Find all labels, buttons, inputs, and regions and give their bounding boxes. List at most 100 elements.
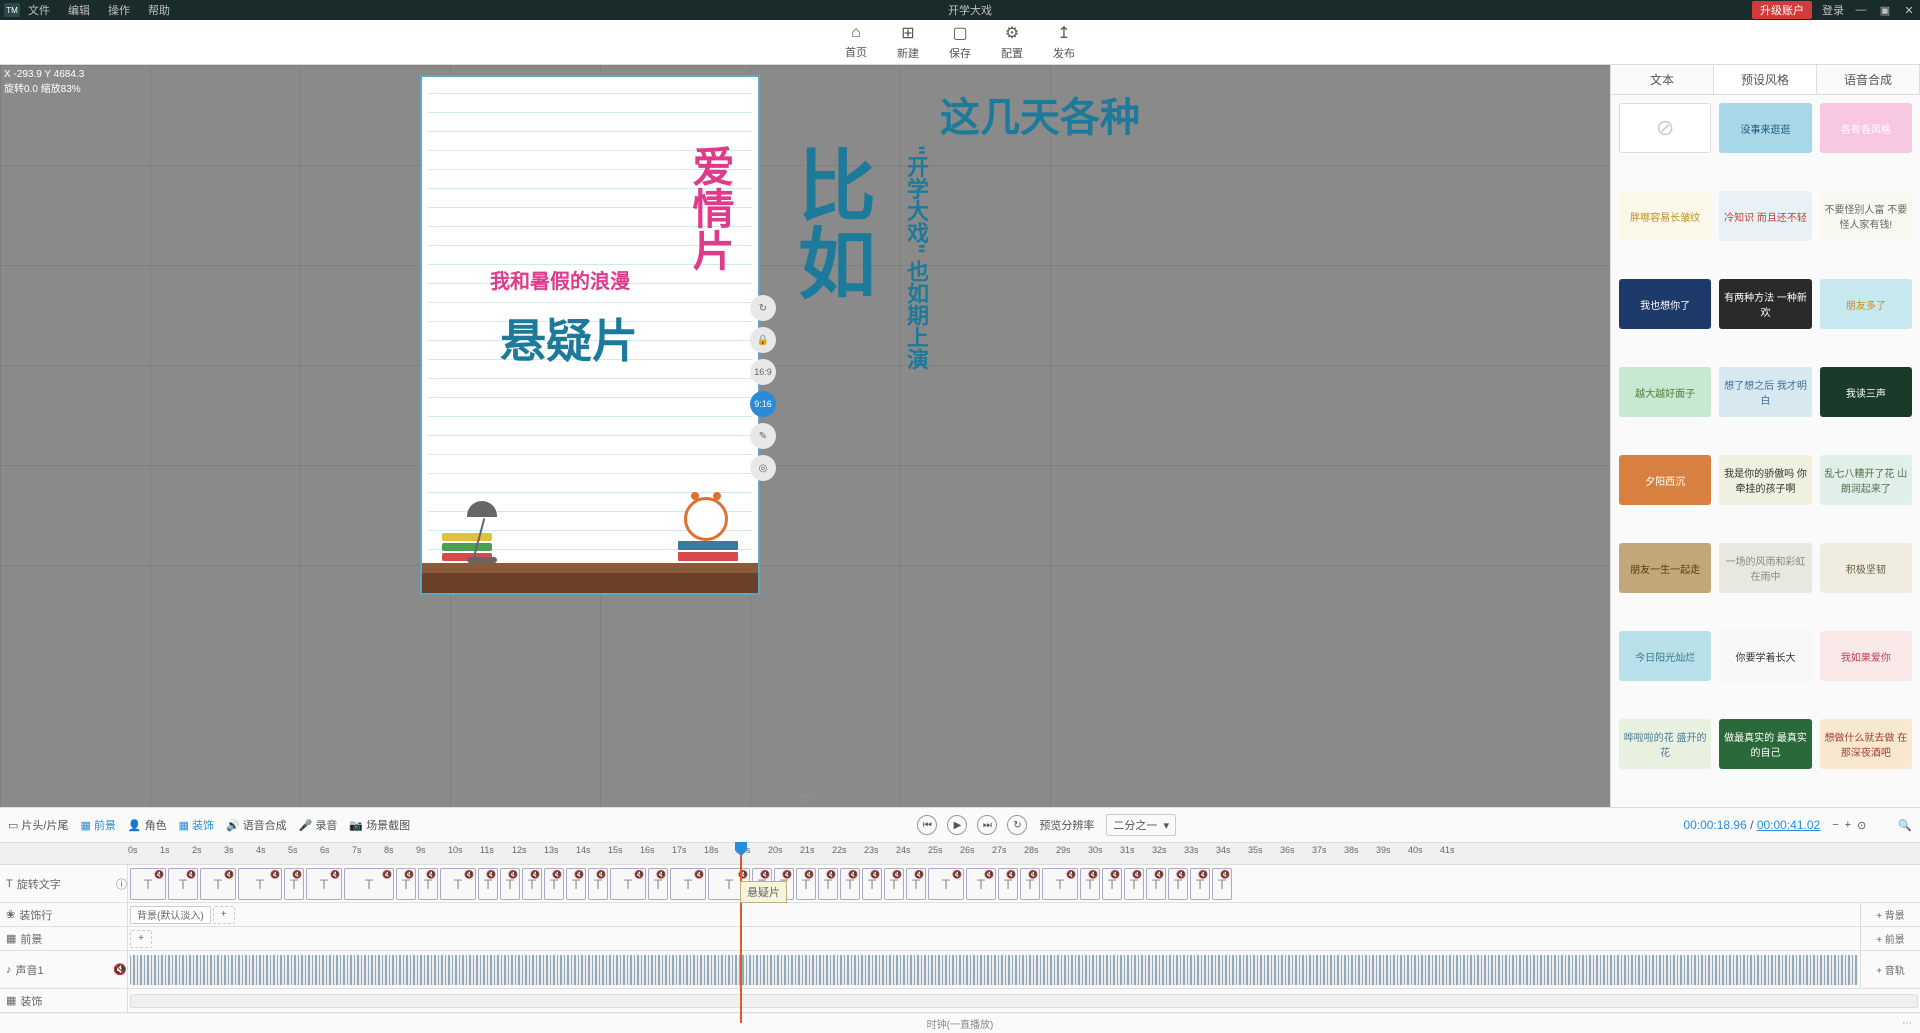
text-clip[interactable]: T🔇 bbox=[1020, 868, 1040, 900]
play-button[interactable]: ▶ bbox=[947, 815, 967, 835]
text-clip[interactable]: T🔇 bbox=[1146, 868, 1166, 900]
text-clip[interactable]: T🔇 bbox=[1080, 868, 1100, 900]
canvas-text-romance[interactable]: 我和暑假的浪漫 bbox=[490, 265, 630, 294]
deco-track-clip[interactable] bbox=[130, 994, 1918, 1008]
canvas[interactable]: X -293.9 Y 4684.3 旋转0.0 缩放83% 爱情片 比如 "开学… bbox=[0, 65, 1610, 807]
publish-button[interactable]: ↥发布 bbox=[1053, 23, 1075, 61]
next-button[interactable]: ⏭ bbox=[977, 815, 997, 835]
save-button[interactable]: ▢保存 bbox=[949, 23, 971, 61]
canvas-text-jitian[interactable]: 这几天各种 bbox=[940, 85, 1140, 143]
text-clip[interactable]: T🔇 bbox=[418, 868, 438, 900]
text-clip[interactable]: T🔇 bbox=[440, 868, 476, 900]
text-clip[interactable]: T🔇 bbox=[588, 868, 608, 900]
menu-edit[interactable]: 编辑 bbox=[68, 2, 90, 18]
text-clip[interactable]: T🔇 bbox=[840, 868, 860, 900]
text-clip[interactable]: T🔇 bbox=[130, 868, 166, 900]
preset-item[interactable]: 一场的风雨和彩虹 在雨中 bbox=[1719, 543, 1811, 593]
text-clip[interactable]: T🔇 bbox=[670, 868, 706, 900]
prev-button[interactable]: ⏮ bbox=[917, 815, 937, 835]
preset-item[interactable]: 有两种方法 一种新欢 bbox=[1719, 279, 1811, 329]
edit-tool-icon[interactable]: ✎ bbox=[750, 423, 776, 449]
text-clip[interactable]: T🔇 bbox=[344, 868, 394, 900]
zoom-fit-icon[interactable]: ⊙ bbox=[1857, 819, 1866, 832]
tab-screenshot[interactable]: 📷 场景截图 bbox=[349, 817, 410, 833]
text-clip[interactable]: T🔇 bbox=[1102, 868, 1122, 900]
text-clip[interactable]: T🔇 bbox=[998, 868, 1018, 900]
text-clip[interactable]: T🔇 bbox=[1190, 868, 1210, 900]
more-icon[interactable]: ⋯ bbox=[1902, 1018, 1912, 1029]
text-clip[interactable]: T🔇 bbox=[1212, 868, 1232, 900]
preset-item[interactable]: 冷知识 而且还不轻 bbox=[1719, 191, 1811, 241]
preset-item[interactable]: 我读三声 bbox=[1820, 367, 1912, 417]
preset-item[interactable]: 夕阳西沉 bbox=[1619, 455, 1711, 505]
text-clip[interactable]: T🔇 bbox=[610, 868, 646, 900]
tab-foreground[interactable]: ▦ 前景 bbox=[80, 817, 115, 833]
loop-button[interactable]: ↻ bbox=[1007, 815, 1027, 835]
tab-record[interactable]: 🎤 录音 bbox=[299, 817, 338, 833]
text-clip[interactable]: T🔇 bbox=[306, 868, 342, 900]
text-clip[interactable]: T🔇 bbox=[522, 868, 542, 900]
text-clip[interactable]: T🔇 bbox=[818, 868, 838, 900]
zoom-out-icon[interactable]: − bbox=[1832, 819, 1838, 831]
tab-head-tail[interactable]: ▭ 片头/片尾 bbox=[8, 817, 68, 833]
preset-item[interactable]: 没事来逛逛 bbox=[1719, 103, 1811, 153]
chevron-down-icon[interactable]: ▽ bbox=[801, 794, 809, 805]
preset-item[interactable]: 今日阳光灿烂 bbox=[1619, 631, 1711, 681]
tab-voice-synth[interactable]: 🔊 语音合成 bbox=[226, 817, 287, 833]
text-clip[interactable]: T🔇 bbox=[906, 868, 926, 900]
preset-item[interactable]: 胖哪容易长皱纹 bbox=[1619, 191, 1711, 241]
canvas-text-suspense[interactable]: 悬疑片 bbox=[500, 305, 638, 371]
audio-clip[interactable] bbox=[130, 955, 1858, 985]
canvas-text-aiqing[interactable]: 爱情片 bbox=[680, 145, 741, 271]
menu-file[interactable]: 文件 bbox=[28, 2, 50, 18]
preset-item[interactable]: 我是你的骄傲吗 你牵挂的孩子啊 bbox=[1719, 455, 1811, 505]
add-sound-track-button[interactable]: + 音轨 bbox=[1860, 951, 1920, 988]
text-clip[interactable]: T🔇 bbox=[1168, 868, 1188, 900]
lock-tool-icon[interactable]: 🔒 bbox=[750, 327, 776, 353]
preset-item[interactable]: ⊘ bbox=[1619, 103, 1711, 153]
text-clip[interactable]: T🔇 bbox=[500, 868, 520, 900]
menu-help[interactable]: 帮助 bbox=[148, 2, 170, 18]
preset-item[interactable]: 你要学着长大 bbox=[1719, 631, 1811, 681]
text-clip[interactable]: T🔇 bbox=[238, 868, 282, 900]
text-clip[interactable]: T🔇 bbox=[566, 868, 586, 900]
text-clip[interactable]: T🔇 bbox=[200, 868, 236, 900]
preset-item[interactable]: 我也想你了 bbox=[1619, 279, 1711, 329]
preset-item[interactable]: 不要怪别人富 不要怪人家有钱! bbox=[1820, 191, 1912, 241]
mute-icon[interactable]: 🔇 bbox=[113, 963, 127, 976]
preset-item[interactable]: 积极坚韧 bbox=[1820, 543, 1912, 593]
text-clip[interactable]: T🔇 bbox=[928, 868, 964, 900]
resolution-select[interactable]: 二分之一 ▾ bbox=[1106, 814, 1176, 836]
preset-item[interactable]: 越大越好面子 bbox=[1619, 367, 1711, 417]
text-clip[interactable]: T🔇 bbox=[544, 868, 564, 900]
tab-role[interactable]: 👤 角色 bbox=[128, 817, 167, 833]
tab-voice[interactable]: 语音合成 bbox=[1817, 65, 1920, 94]
text-clip[interactable]: T🔇 bbox=[478, 868, 498, 900]
preset-item[interactable]: 各有各风格 bbox=[1820, 103, 1912, 153]
upgrade-button[interactable]: 升级账户 bbox=[1752, 1, 1812, 19]
menu-operate[interactable]: 操作 bbox=[108, 2, 130, 18]
text-clip[interactable]: T🔇 bbox=[862, 868, 882, 900]
preset-item[interactable]: 朋友一生一起走 bbox=[1619, 543, 1711, 593]
login-button[interactable]: 登录 bbox=[1822, 2, 1844, 18]
text-clip[interactable]: T🔇 bbox=[284, 868, 304, 900]
text-clip[interactable]: T🔇 bbox=[966, 868, 996, 900]
add-clip-button[interactable]: + bbox=[213, 906, 235, 924]
preset-item[interactable]: 我如果爱你 bbox=[1820, 631, 1912, 681]
bg-clip[interactable]: 背景(默认淡入) bbox=[130, 906, 211, 924]
home-button[interactable]: ⌂首页 bbox=[845, 24, 867, 60]
maximize-icon[interactable]: ▣ bbox=[1878, 3, 1892, 17]
add-bg-track-button[interactable]: + 背景 bbox=[1860, 903, 1920, 926]
preset-item[interactable]: 想了想之后 我才明白 bbox=[1719, 367, 1811, 417]
text-clip[interactable]: T🔇 bbox=[396, 868, 416, 900]
close-icon[interactable]: ✕ bbox=[1902, 3, 1916, 17]
tab-decoration[interactable]: ▦ 装饰 bbox=[179, 817, 214, 833]
config-button[interactable]: ⚙配置 bbox=[1001, 23, 1023, 61]
ratio-9-16-button[interactable]: 9:16 bbox=[750, 391, 776, 417]
preset-item[interactable]: 做最真实的 最真实的自己 bbox=[1719, 719, 1811, 769]
settings-tool-icon[interactable]: ◎ bbox=[750, 455, 776, 481]
preset-item[interactable]: 想做什么就去做 在那深夜酒吧 bbox=[1820, 719, 1912, 769]
add-fg-clip-button[interactable]: + bbox=[130, 930, 152, 948]
preset-item[interactable]: 哗啦啦的花 盛开的花 bbox=[1619, 719, 1711, 769]
text-clip[interactable]: T🔇 bbox=[168, 868, 198, 900]
